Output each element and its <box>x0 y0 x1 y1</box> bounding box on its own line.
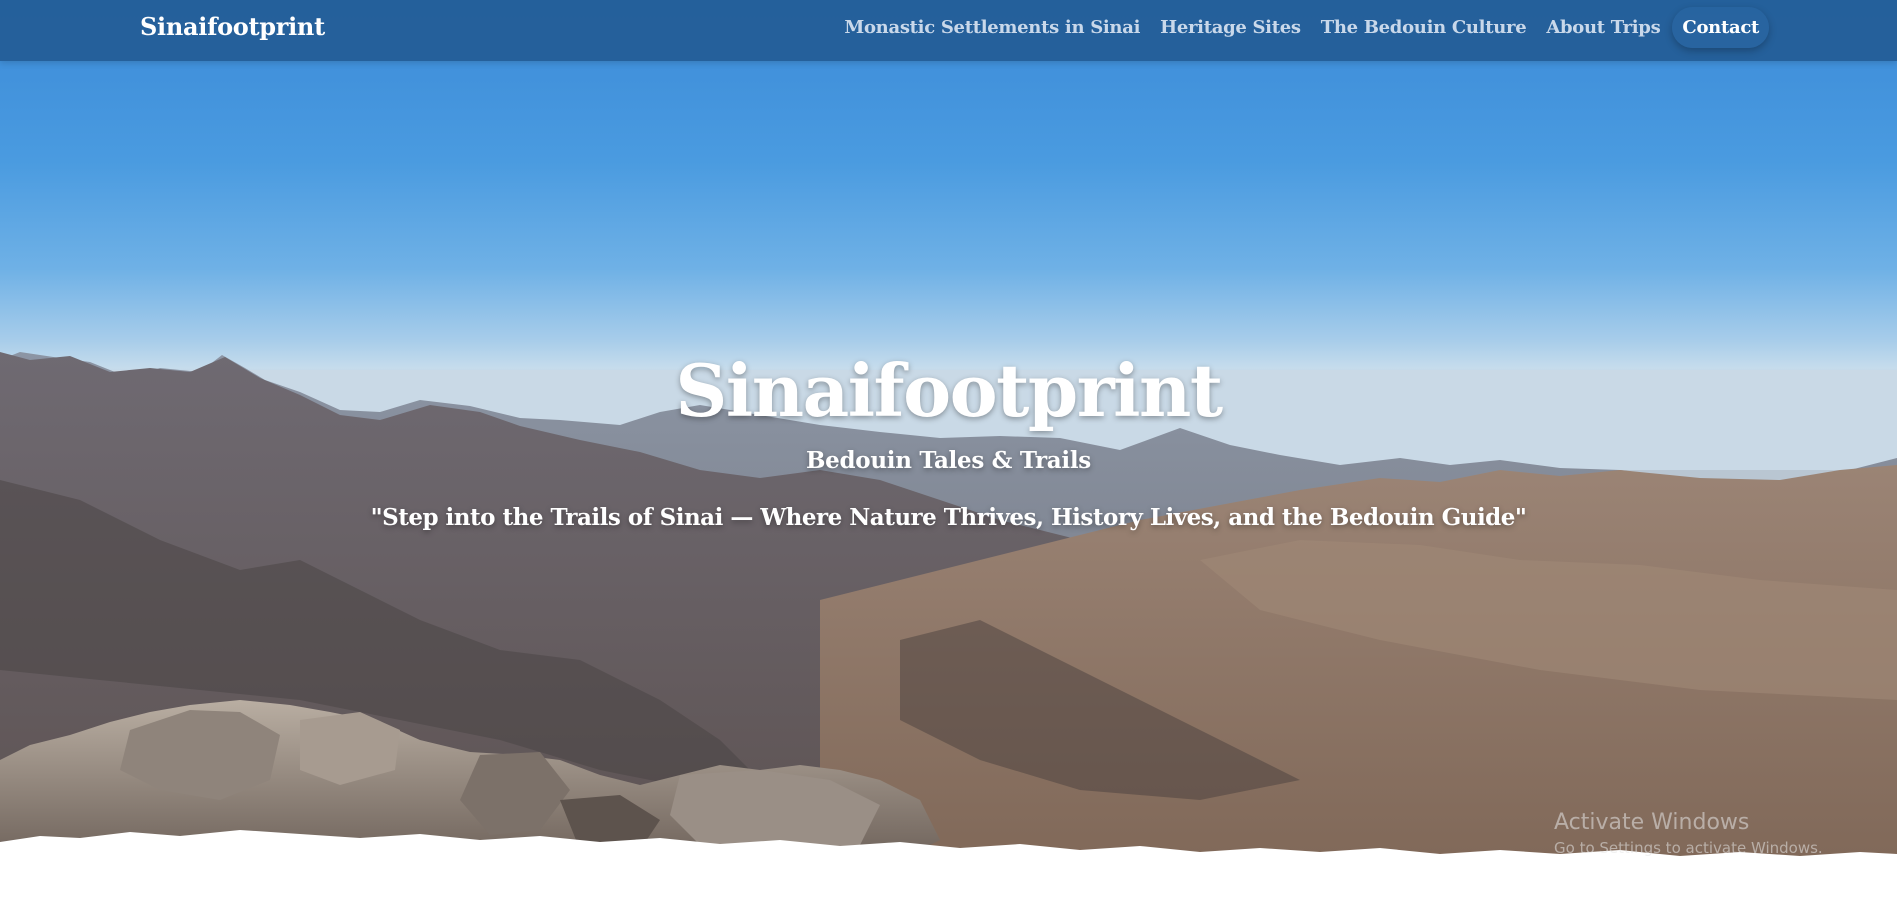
nav-link-contact[interactable]: Contact <box>1672 6 1769 48</box>
hero-section: Sinaifootprint Bedouin Tales & Trails "S… <box>0 0 1897 898</box>
brand-logo-link[interactable]: Sinaifootprint <box>140 12 325 41</box>
nav-link-about-trips[interactable]: About Trips <box>1546 17 1660 38</box>
nav-link-bedouin-culture[interactable]: The Bedouin Culture <box>1321 17 1527 38</box>
nav-link-monastic-settlements[interactable]: Monastic Settlements in Sinai <box>844 17 1140 38</box>
hero-subtitle: Bedouin Tales & Trails <box>806 447 1091 474</box>
nav-links: Monastic Settlements in Sinai Heritage S… <box>824 0 1769 54</box>
windows-activation-watermark: Activate Windows Go to Settings to activ… <box>1554 810 1823 857</box>
nav-link-heritage-sites[interactable]: Heritage Sites <box>1160 17 1301 38</box>
watermark-title: Activate Windows <box>1554 810 1750 835</box>
watermark-subtitle: Go to Settings to activate Windows. <box>1554 839 1823 857</box>
hero-title: Sinaifootprint <box>675 348 1223 433</box>
hero-quote: "Step into the Trails of Sinai — Where N… <box>370 504 1527 531</box>
top-navbar: Sinaifootprint Monastic Settlements in S… <box>0 0 1897 61</box>
